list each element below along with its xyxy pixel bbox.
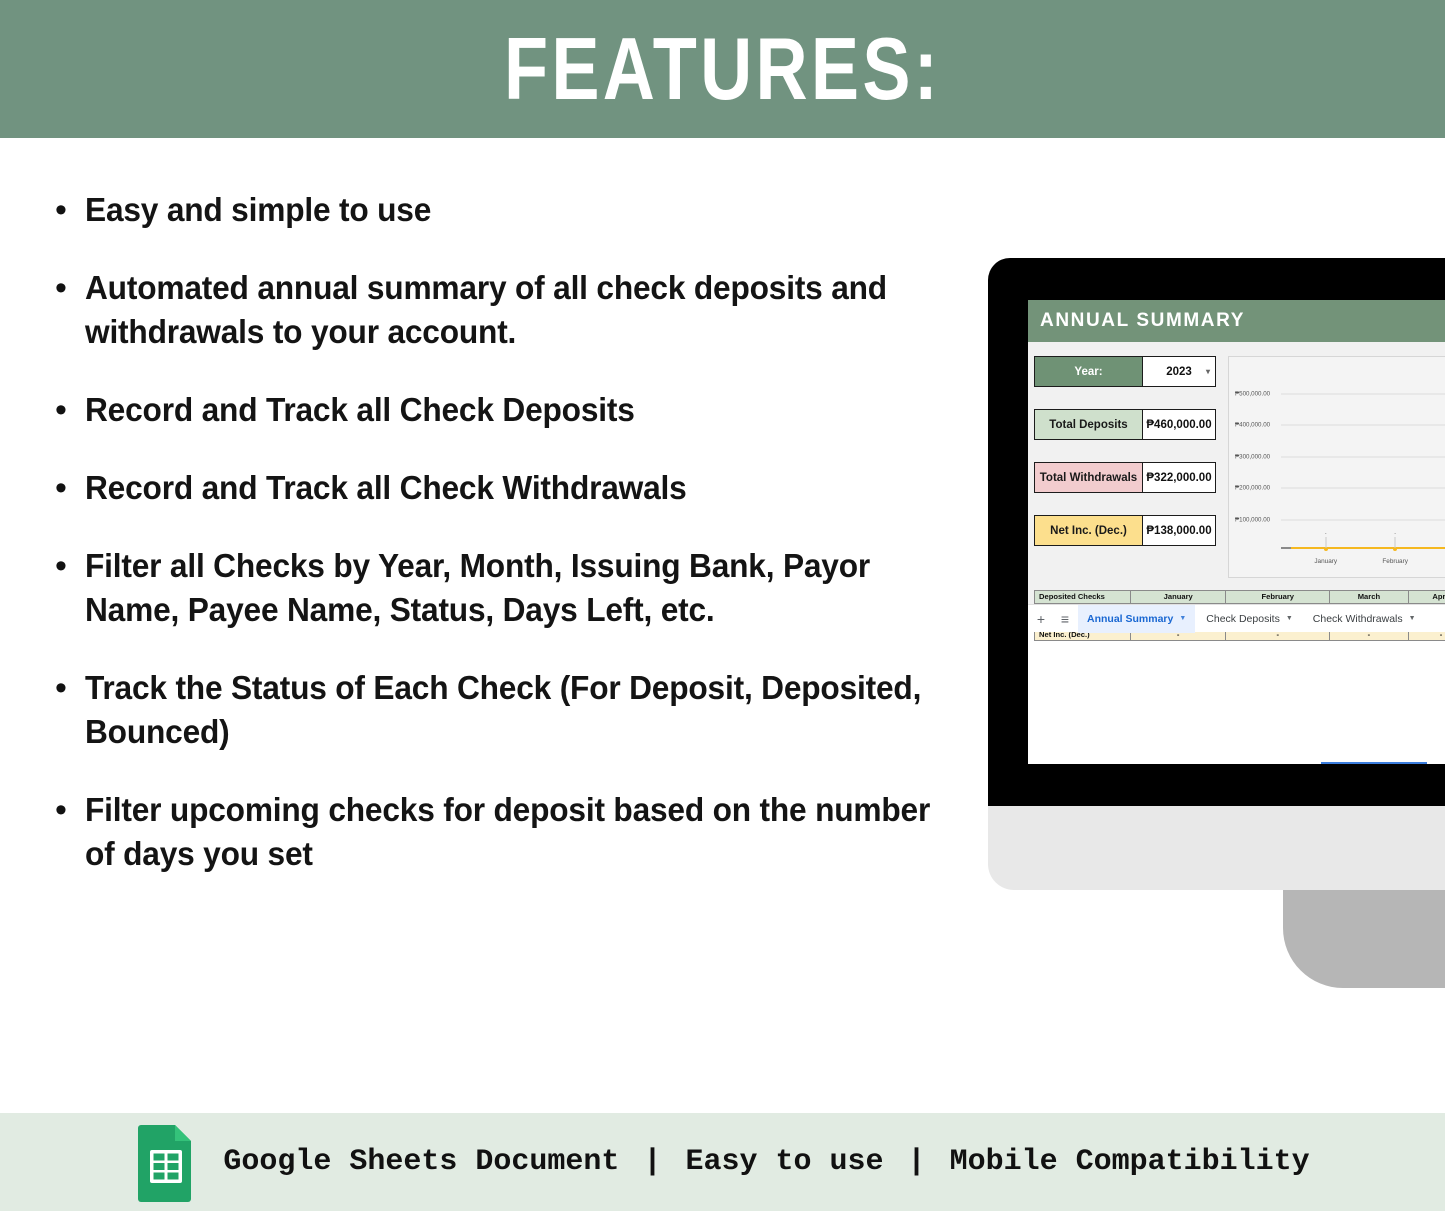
x-axis-tick-label: January (1314, 558, 1338, 565)
column-header: April (1407, 590, 1445, 604)
summary-label: Year: (1035, 357, 1143, 386)
feature-text: Filter upcoming checks for deposit based… (85, 791, 931, 872)
bullet-icon: • (55, 791, 67, 829)
y-axis-tick-label: ₱400,000.00 (1235, 421, 1271, 429)
footer-separator: | (643, 1145, 662, 1179)
tab-label: Annual Summary (1087, 612, 1174, 625)
list-item: • Filter upcoming checks for deposit bas… (55, 788, 975, 876)
monitor-chin (988, 806, 1445, 890)
chart-gridline (1281, 393, 1445, 395)
chart-gridline (1281, 456, 1445, 458)
tab-label: Check Withdrawals (1312, 612, 1403, 625)
feature-text: Filter all Checks by Year, Month, Issuin… (85, 547, 871, 628)
all-sheets-icon[interactable]: ≡ (1054, 611, 1076, 627)
footer-caption: Google Sheets Document | Easy to use | M… (223, 1145, 1309, 1179)
spreadsheet-banner: ANNUAL SUMMARY (1028, 300, 1445, 342)
summary-value: ₱322,000.00 (1143, 463, 1215, 492)
google-sheets-icon (135, 1122, 197, 1202)
chart-data-stem (1394, 537, 1396, 548)
bullet-icon: • (55, 469, 67, 507)
y-axis-tick-label: ₱500,000.00 (1235, 390, 1271, 398)
selected-cell-range[interactable] (1321, 762, 1427, 764)
column-header: January (1129, 590, 1227, 604)
monitor-screen: ANNUAL SUMMARY Year: 2023 ▾ Total Deposi… (1028, 300, 1445, 764)
sheet-tab-bar: + ≡ Annual Summary ▼ Check Deposits ▼ Ch… (1028, 604, 1445, 633)
feature-text: Automated annual summary of all check de… (85, 269, 887, 350)
bullet-icon: • (55, 391, 67, 429)
monitor-bezel: ANNUAL SUMMARY Year: 2023 ▾ Total Deposi… (988, 258, 1445, 806)
tab-check-deposits[interactable]: Check Deposits ▼ (1197, 605, 1301, 633)
year-select[interactable]: 2023 ▾ (1143, 357, 1215, 386)
summary-row-total-deposits: Total Deposits ₱460,000.00 (1034, 409, 1216, 440)
table-header-row: Deposited Checks January February March … (1034, 590, 1445, 604)
bullet-icon: • (55, 669, 67, 707)
footer-segment-2: Easy to use (685, 1145, 884, 1179)
chart-plot-area: ₱100,000.00 ₱200,000.00 ₱300,000.00 ₱400,00… (1229, 357, 1445, 577)
tab-check-withdrawals[interactable]: Check Withdrawals ▼ (1304, 605, 1425, 633)
feature-text: Record and Track all Check Deposits (85, 391, 635, 428)
spreadsheet-banner-title: ANNUAL SUMMARY (1040, 310, 1246, 331)
summary-label: Net Inc. (Dec.) (1035, 516, 1143, 545)
chart-gridline (1281, 487, 1445, 489)
tab-label: Check Deposits (1206, 612, 1280, 625)
footer-separator: | (907, 1145, 926, 1179)
summary-chart: ₱100,000.00 ₱200,000.00 ₱300,000.00 ₱400,00… (1228, 356, 1445, 578)
summary-value: ₱138,000.00 (1143, 516, 1215, 545)
chart-data-label: - (1394, 531, 1397, 537)
x-axis-tick-label: February (1382, 558, 1408, 565)
list-item: • Track the Status of Each Check (For De… (55, 666, 975, 754)
column-header: February (1225, 590, 1331, 604)
footer-segment-3: Mobile Compatibility (949, 1145, 1310, 1179)
page-footer: Google Sheets Document | Easy to use | M… (0, 1113, 1445, 1211)
spreadsheet-body: Year: 2023 ▾ Total Deposits ₱460,000.00 … (1028, 342, 1445, 764)
tab-annual-summary[interactable]: Annual Summary ▼ (1078, 604, 1196, 633)
summary-row-net-income: Net Inc. (Dec.) ₱138,000.00 (1034, 515, 1216, 546)
add-sheet-icon[interactable]: + (1030, 611, 1052, 627)
features-list: • Easy and simple to use • Automated ann… (55, 188, 975, 910)
year-value: 2023 (1166, 365, 1192, 378)
page-header: FEATURES: (0, 0, 1445, 138)
chevron-down-icon: ▾ (1205, 367, 1210, 376)
chart-series-line (1291, 547, 1445, 549)
y-axis-tick-label: ₱100,000.00 (1235, 516, 1271, 524)
list-item: • Filter all Checks by Year, Month, Issu… (55, 544, 975, 632)
summary-label: Total Withdrawals (1035, 463, 1143, 492)
chevron-down-icon[interactable]: ▼ (1409, 615, 1416, 622)
summary-row-total-withdrawals: Total Withdrawals ₱322,000.00 (1034, 462, 1216, 493)
chevron-down-icon[interactable]: ▼ (1286, 615, 1293, 622)
summary-value: ₱460,000.00 (1143, 410, 1215, 439)
summary-row-year: Year: 2023 ▾ (1034, 356, 1216, 387)
list-item: • Automated annual summary of all check … (55, 266, 975, 354)
chart-data-stem (1325, 537, 1327, 548)
chart-gridline (1281, 424, 1445, 426)
page-title: FEATURES: (503, 19, 942, 118)
list-item: • Easy and simple to use (55, 188, 975, 232)
feature-text: Easy and simple to use (85, 191, 432, 228)
summary-cards: Year: 2023 ▾ Total Deposits ₱460,000.00 … (1034, 356, 1216, 568)
y-axis-tick-label: ₱200,000.00 (1235, 484, 1271, 492)
column-header: Deposited Checks (1034, 590, 1131, 604)
y-axis-tick-label: ₱300,000.00 (1235, 453, 1271, 461)
bullet-icon: • (55, 547, 67, 585)
list-item: • Record and Track all Check Withdrawals (55, 466, 975, 510)
feature-text: Record and Track all Check Withdrawals (85, 469, 687, 506)
monitor-stand-neck (1283, 888, 1445, 988)
feature-text: Track the Status of Each Check (For Depo… (85, 669, 922, 750)
bullet-icon: • (55, 191, 67, 229)
footer-segment-1: Google Sheets Document (223, 1145, 620, 1179)
chart-gridline (1281, 519, 1445, 521)
chart-data-label: - (1324, 531, 1327, 537)
chevron-down-icon[interactable]: ▼ (1179, 615, 1186, 622)
column-header: March (1329, 590, 1409, 604)
summary-label: Total Deposits (1035, 410, 1143, 439)
list-item: • Record and Track all Check Deposits (55, 388, 975, 432)
bullet-icon: • (55, 269, 67, 307)
